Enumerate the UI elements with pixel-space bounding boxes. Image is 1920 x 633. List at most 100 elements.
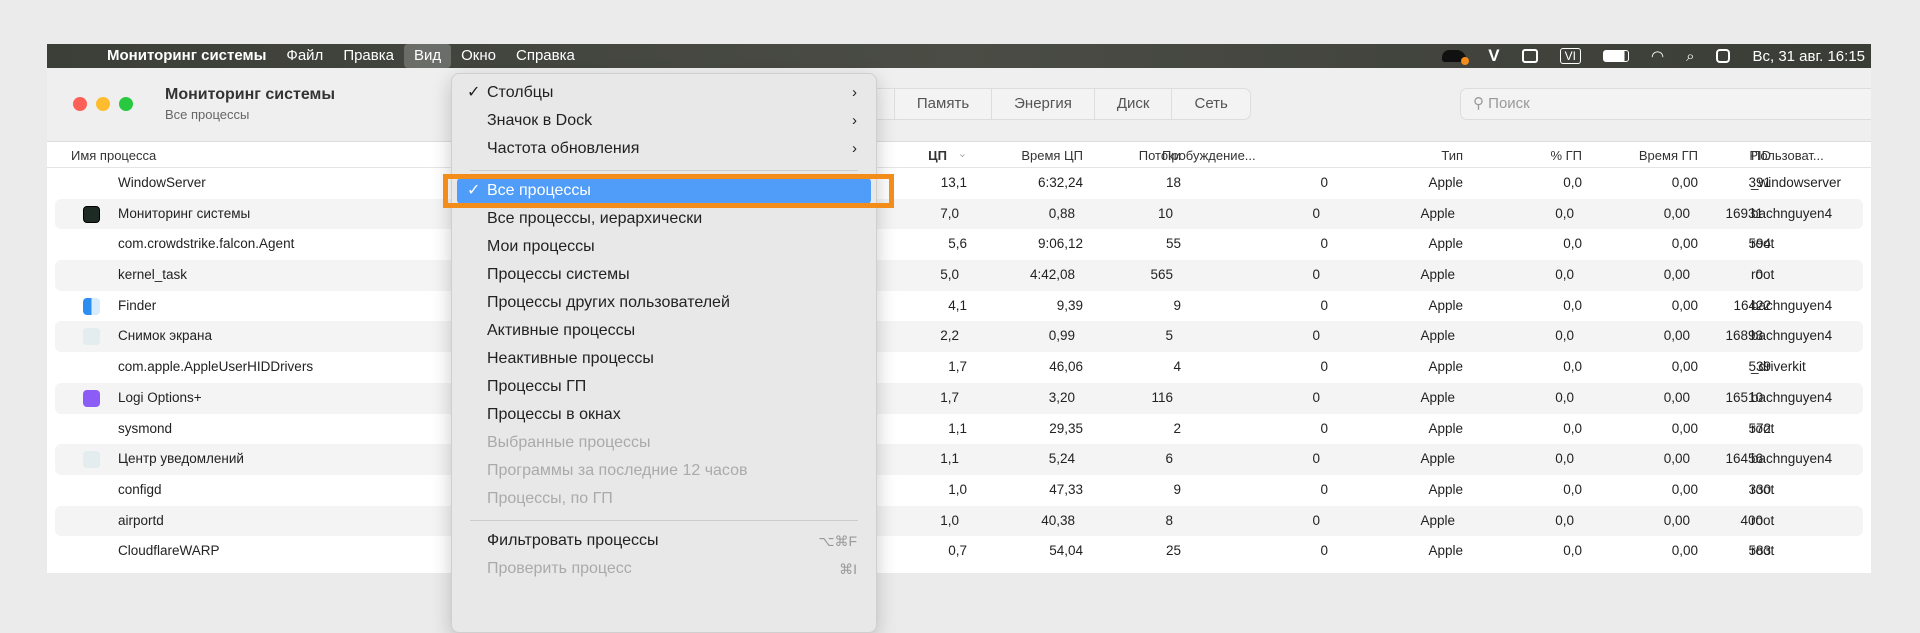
- zoom-button[interactable]: [119, 97, 133, 111]
- window-controls: [73, 97, 133, 111]
- col-cpu-time[interactable]: Время ЦП: [1021, 148, 1083, 163]
- menu-item[interactable]: Мои процессы: [457, 234, 871, 260]
- menu-item[interactable]: Процессы системы: [457, 262, 871, 288]
- col-type[interactable]: Тип: [1441, 148, 1463, 163]
- v-icon[interactable]: V: [1488, 46, 1499, 66]
- type: Apple: [1420, 451, 1455, 467]
- menu-item[interactable]: ✓ Столбцы ›: [457, 80, 871, 106]
- menubar-clock[interactable]: Вс, 31 авг. 16:15: [1752, 48, 1865, 65]
- control-center-icon[interactable]: [1716, 49, 1731, 63]
- process-name: WindowServer: [118, 175, 206, 190]
- wakeups: 0: [1312, 267, 1320, 283]
- cpu-time: 54,04: [1049, 543, 1083, 559]
- cpu-time: 29,35: [1049, 420, 1083, 436]
- cpu-time: 9:06,12: [1037, 236, 1083, 252]
- menu-item[interactable]: Активные процессы: [457, 318, 871, 344]
- col-gpu-time[interactable]: Время ГП: [1639, 148, 1698, 163]
- menu-item-label: Процессы других пользователей: [487, 294, 730, 311]
- minimize-button[interactable]: [96, 97, 110, 111]
- menu-item[interactable]: Все процессы, иерархически: [457, 206, 871, 232]
- menu-item[interactable]: Процессы в окнах: [457, 402, 871, 428]
- battery-icon[interactable]: [1602, 50, 1629, 62]
- window-title: Мониторинг системы: [165, 86, 336, 103]
- cloud-icon[interactable]: [1442, 50, 1470, 65]
- col-gpu[interactable]: % ГП: [1550, 148, 1582, 163]
- type: Apple: [1428, 543, 1463, 559]
- toolbar: Мониторинг системы Все процессы ЦП Памят…: [47, 68, 1871, 142]
- chevron-right-icon: ›: [852, 112, 857, 129]
- type: Apple: [1428, 236, 1463, 252]
- menubar-edit[interactable]: Правка: [333, 44, 404, 68]
- tab-disk[interactable]: Диск: [1095, 89, 1173, 119]
- table-row[interactable]: kernel_task 5,0 4:42,08 565 0 Apple 0,0 0,00 0 ro…: [55, 260, 1863, 291]
- menu-item[interactable]: Фильтровать процессы ⌥⌘F: [457, 528, 871, 554]
- table-row[interactable]: WindowServer 13,1 6:32,24 18 0 Apple 0,0 0,00 39…: [47, 168, 1871, 199]
- menubar-window[interactable]: Окно: [451, 44, 506, 68]
- type: Apple: [1420, 512, 1455, 528]
- table-row[interactable]: Снимок экрана 2,2 0,99 5 0 Apple 0,0 0,00 16893 b…: [55, 321, 1863, 353]
- menubar-app-name[interactable]: Мониторинг системы: [97, 44, 276, 68]
- wakeups: 0: [1312, 451, 1320, 467]
- table-row[interactable]: Logi Options+ 1,7 3,20 116 0 Apple 0,0 0,00 1651…: [55, 382, 1863, 414]
- cpu-time: 46,06: [1049, 359, 1083, 375]
- sort-chevron-down-icon[interactable]: ⌄: [958, 147, 967, 160]
- table-row[interactable]: airportd 1,0 40,38 8 0 Apple 0,0 0,00 400 root: [55, 505, 1863, 537]
- logi-icon: [83, 389, 100, 407]
- tab-network[interactable]: Сеть: [1172, 89, 1249, 119]
- gpu-time: 0,00: [1671, 175, 1698, 190]
- cpu-time: 0,88: [1048, 205, 1075, 221]
- menu-item[interactable]: Процессы ГП: [457, 374, 871, 400]
- close-button[interactable]: [73, 97, 87, 111]
- search-placeholder: Поиск: [1488, 95, 1530, 112]
- menu-item[interactable]: Процессы других пользователей: [457, 290, 871, 316]
- table-row[interactable]: Мониторинг системы 7,0 0,88 10 0 Apple 0,0 0,00…: [55, 198, 1863, 230]
- col-name[interactable]: Имя процесса: [71, 148, 156, 163]
- table-row[interactable]: com.crowdstrike.falcon.Agent 5,6 9:06,12 55…: [47, 229, 1871, 260]
- table-row[interactable]: sysmond 1,1 29,35 2 0 Apple 0,0 0,00 572 root: [47, 414, 1871, 445]
- process-name: airportd: [118, 512, 164, 528]
- wakeups: 0: [1320, 543, 1328, 559]
- menu-item-label: Процессы в окнах: [487, 406, 621, 423]
- wakeups: 0: [1320, 236, 1328, 252]
- tab-memory[interactable]: Память: [895, 89, 993, 119]
- tab-energy[interactable]: Энергия: [992, 89, 1095, 119]
- generic-icon: [83, 328, 100, 346]
- col-user[interactable]: Пользоват...: [1751, 148, 1824, 163]
- gpu-percent: 0,0: [1563, 175, 1582, 190]
- wifi-icon[interactable]: ◠: [1651, 47, 1664, 65]
- col-cpu[interactable]: ЦП: [928, 148, 947, 163]
- menu-item[interactable]: Частота обновления ›: [457, 136, 871, 162]
- search-input[interactable]: ⚲ Поиск: [1460, 88, 1871, 120]
- stage-manager-icon[interactable]: [1521, 49, 1538, 63]
- user: root: [1751, 543, 1775, 559]
- table-row[interactable]: CloudflareWARP 0,7 54,04 25 0 Apple 0,0 0,00 583…: [47, 536, 1871, 567]
- menu-item[interactable]: Значок в Dock ›: [457, 108, 871, 134]
- cpu-time: 4:42,08: [1029, 267, 1075, 283]
- menubar-view[interactable]: Вид: [403, 44, 452, 68]
- cpu-time: 0,99: [1048, 328, 1075, 344]
- threads: 18: [1165, 175, 1181, 190]
- cpu-percent: 0,7: [948, 543, 967, 559]
- gpu-percent: 0,0: [1555, 328, 1574, 344]
- menu-item-label: Процессы ГП: [487, 378, 587, 395]
- wakeups: 0: [1312, 205, 1320, 221]
- cpu-time: 40,38: [1041, 512, 1075, 528]
- gpu-percent: 0,0: [1555, 267, 1574, 283]
- gpu-time: 0,00: [1671, 420, 1698, 436]
- gpu-time: 0,00: [1671, 481, 1698, 497]
- cpu-time: 6:32,24: [1037, 175, 1083, 190]
- table-row[interactable]: configd 1,0 47,33 9 0 Apple 0,0 0,00 330 root: [47, 475, 1871, 506]
- threads: 565: [1150, 267, 1173, 283]
- table-row[interactable]: com.apple.AppleUserHIDDrivers 1,7 46,06 4 0 A…: [47, 352, 1871, 383]
- table-row[interactable]: Finder 4,1 9,39 9 0 Apple 0,0 0,00 16422 bachnguy…: [47, 291, 1871, 322]
- menu-item[interactable]: Неактивные процессы: [457, 346, 871, 372]
- table-row[interactable]: Центр уведомлений 1,1 5,24 6 0 Apple 0,0 0,00 16…: [55, 444, 1863, 475]
- gpu-percent: 0,0: [1563, 481, 1582, 497]
- cpu-percent: 7,0: [940, 205, 959, 221]
- gpu-time: 0,00: [1671, 236, 1698, 252]
- menubar-file[interactable]: Файл: [276, 44, 333, 68]
- input-source-icon[interactable]: VI: [1559, 48, 1581, 64]
- menubar-help[interactable]: Справка: [506, 44, 585, 68]
- col-wakeups[interactable]: Пробуждение...: [1162, 148, 1256, 163]
- spotlight-icon[interactable]: ⌕: [1686, 48, 1694, 65]
